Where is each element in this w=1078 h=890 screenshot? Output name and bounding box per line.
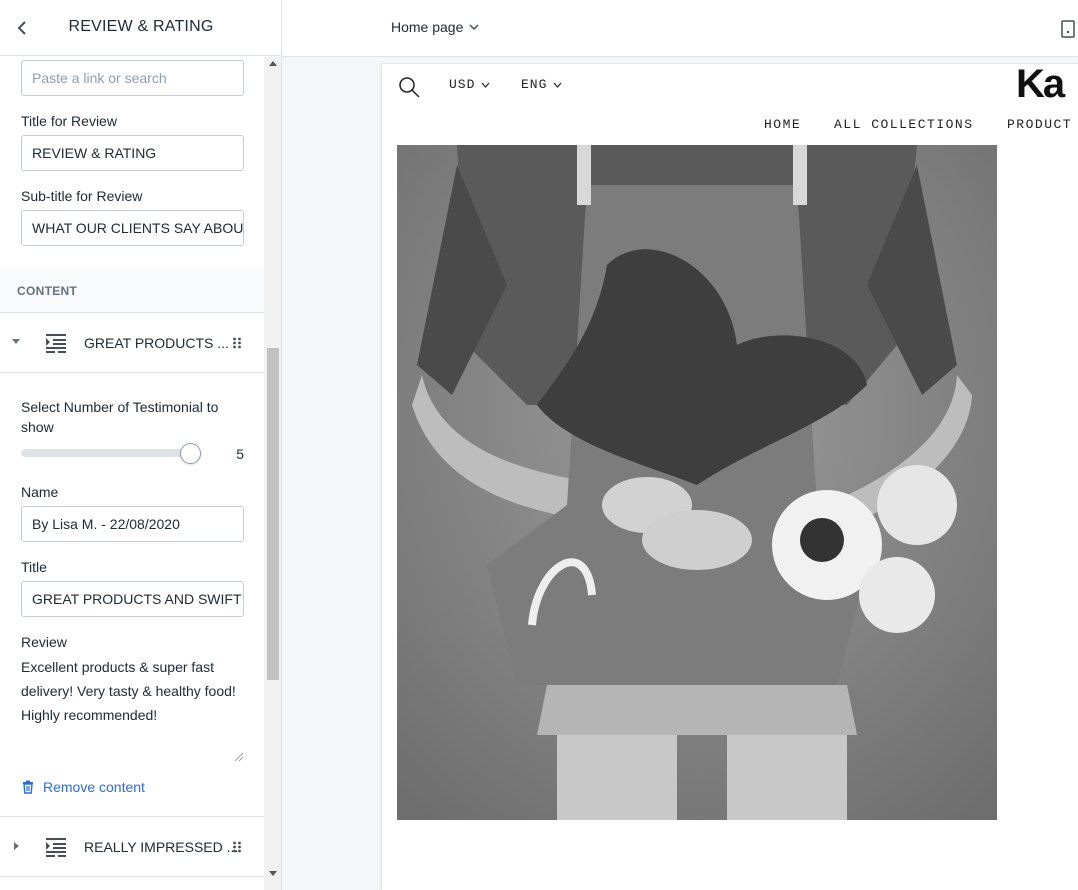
currency-selector[interactable]: USD	[449, 77, 490, 92]
currency-label: USD	[449, 77, 476, 92]
testimonial-count-slider-track[interactable]	[21, 449, 191, 457]
search-icon[interactable]	[398, 76, 420, 98]
testimonial-count-value: 5	[236, 446, 244, 462]
text-block-icon	[46, 838, 66, 857]
sidebar-header: REVIEW & RATING	[0, 0, 281, 56]
block-label: GREAT PRODUCTS ...	[84, 335, 229, 351]
link-search-input[interactable]: Paste a link or search	[21, 60, 244, 96]
mobile-device-icon[interactable]	[1061, 20, 1075, 38]
resize-grip-icon[interactable]	[232, 750, 244, 762]
review-field-label: Review	[21, 634, 67, 650]
title-field-input[interactable]: REVIEW & RATING	[21, 135, 244, 171]
store-logo[interactable]: Ka	[1016, 64, 1065, 107]
name-field-input[interactable]: By Lisa M. - 22/08/2020	[21, 506, 244, 542]
content-section-heading: CONTENT	[17, 284, 78, 298]
chevron-down-icon	[481, 82, 490, 88]
store-header: USD ENG Ka HOME ALL COLLECTIONS PRODUCT	[382, 64, 1078, 144]
testimonial-count-slider-thumb[interactable]	[180, 443, 201, 464]
scroll-down-arrow-icon[interactable]	[269, 871, 277, 876]
nav-link-home[interactable]: HOME	[764, 117, 801, 132]
sidebar-scrollbar[interactable]	[264, 57, 281, 890]
block-title-input[interactable]: GREAT PRODUCTS AND SWIFT D	[21, 581, 244, 617]
block-row-great-products[interactable]: GREAT PRODUCTS ...	[0, 313, 264, 373]
expand-caret-icon[interactable]	[14, 842, 19, 850]
collapse-caret-icon[interactable]	[12, 339, 20, 344]
page-selector[interactable]: Home page	[391, 19, 479, 35]
hero-image	[397, 145, 997, 820]
language-selector[interactable]: ENG	[521, 77, 562, 92]
testimonial-count-label: Select Number of Testimonial to show	[21, 399, 219, 435]
sidebar-scroll-area[interactable]: Paste a link or search Title for Review …	[0, 57, 264, 890]
subtitle-field-input[interactable]: WHAT OUR CLIENTS SAY ABOUT	[21, 210, 244, 246]
trash-icon	[23, 780, 33, 794]
store-preview[interactable]: USD ENG Ka HOME ALL COLLECTIONS PRODUCT	[382, 64, 1078, 890]
chevron-down-icon	[553, 82, 562, 88]
name-field-label: Name	[21, 484, 59, 500]
block-label: REALLY IMPRESSED ...	[84, 839, 239, 855]
review-textarea[interactable]: Excellent products & super fast delivery…	[21, 655, 244, 763]
editor-topbar: Home page	[282, 0, 1078, 57]
scroll-up-arrow-icon[interactable]	[269, 61, 277, 66]
drag-handle-icon[interactable]	[232, 335, 242, 351]
subtitle-field-label: Sub-title for Review	[21, 188, 143, 204]
remove-content-label: Remove content	[43, 779, 145, 795]
chevron-down-icon	[469, 24, 479, 30]
block-title-label: Title	[21, 559, 47, 575]
page-selector-label: Home page	[391, 19, 464, 35]
remove-content-button[interactable]: Remove content	[21, 779, 145, 795]
scrollbar-thumb[interactable]	[267, 348, 279, 680]
nav-link-all-collections[interactable]: ALL COLLECTIONS	[834, 117, 974, 132]
sidebar-title: REVIEW & RATING	[68, 18, 214, 35]
settings-sidebar: Paste a link or search Title for Review …	[0, 0, 282, 890]
nav-link-product[interactable]: PRODUCT	[1007, 117, 1072, 132]
drag-handle-icon[interactable]	[232, 839, 242, 855]
text-block-icon	[46, 334, 66, 353]
block-row-really-impressed[interactable]: REALLY IMPRESSED ...	[0, 817, 264, 877]
language-label: ENG	[521, 77, 548, 92]
title-field-label: Title for Review	[21, 113, 117, 129]
